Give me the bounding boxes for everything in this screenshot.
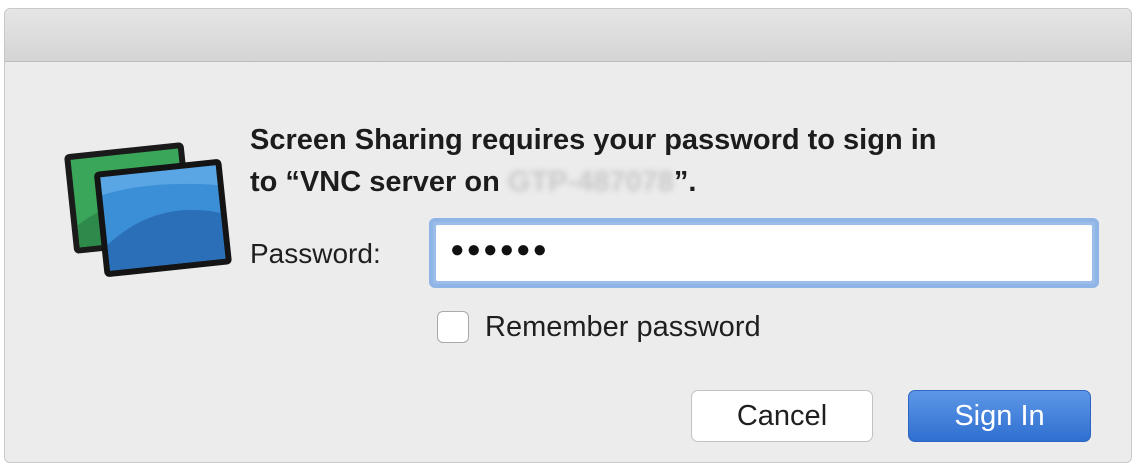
password-field[interactable]: ●●●●●● [429,218,1099,288]
remember-password-label[interactable]: Remember password [485,311,761,344]
dialog-message: Screen Sharing requires your password to… [250,119,1110,203]
cancel-button[interactable]: Cancel [691,390,873,442]
message-line-2: to “VNC server on GTP-487078”. [250,161,1110,203]
remember-password-checkbox[interactable] [437,311,469,343]
message-line-2-prefix: to “VNC server on [250,166,508,198]
server-name-obscured: GTP-487078 [507,166,674,198]
message-line-2-suffix: ”. [673,166,697,198]
remember-password-row[interactable]: Remember password [437,307,761,347]
password-input[interactable]: ●●●●●● [436,225,1092,281]
screen-sharing-app-icon [64,142,232,277]
password-label: Password: [250,238,381,269]
sign-in-button[interactable]: Sign In [908,390,1091,442]
dialog-titlebar[interactable] [5,9,1131,62]
message-line-1: Screen Sharing requires your password to… [250,124,937,156]
screen-sharing-dialog: Screen Sharing requires your password to… [4,8,1132,463]
